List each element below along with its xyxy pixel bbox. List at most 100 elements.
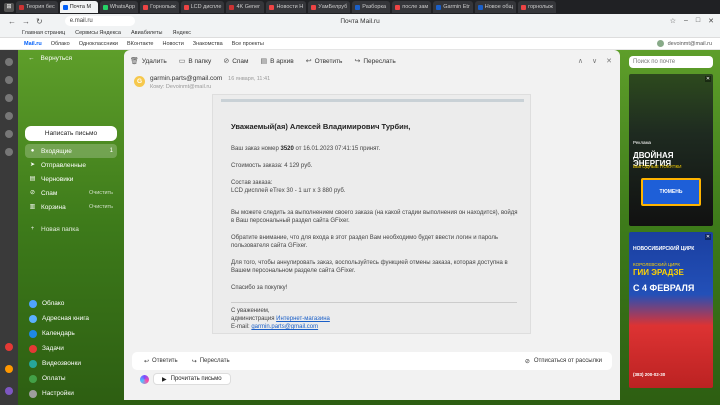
close-ad-icon[interactable]: ✕ [705,76,711,82]
service-video[interactable]: Видеозвонки [25,356,117,371]
ad-banner-battery[interactable]: ✕ Реклама ДВОЙНАЯ ЭНЕРГИЯ ВЫГОДНЫЕ ПОКУП… [629,74,713,226]
app-icon[interactable] [5,112,13,120]
browser-tab[interactable]: Горнолыж [140,1,179,13]
bookmark-item[interactable]: Сервисы Яндекса [75,30,121,36]
folder-list: ● Входящие 1 ➤ Отправленные ▤ Черновики … [25,144,117,236]
trash-icon: ▥ [29,203,36,210]
quick-reply-bar: ↩ Ответить ↪ Переслать ⊘ Отписаться от расс… [132,352,612,370]
bookmark-item[interactable]: Яндекс [173,30,192,36]
maximize-icon[interactable]: □ [696,17,700,25]
close-ad-icon[interactable]: ✕ [705,234,711,240]
compose-button[interactable]: Написать письмо [25,126,117,141]
portal-nav-item[interactable]: ВКонтакте [127,41,153,47]
sender-email[interactable]: garmin.parts@gmail.com [150,75,222,82]
service-settings[interactable]: Настройки [25,386,117,401]
sidebar-item-inbox[interactable]: ● Входящие 1 [25,144,117,158]
app-icon[interactable] [5,148,13,156]
reload-icon[interactable]: ↻ [36,17,43,26]
browser-menu-icon[interactable]: ⊞ [4,2,14,12]
sent-icon: ➤ [29,161,36,168]
user-email[interactable]: devoinmt@mail.ru [668,41,712,47]
quick-reply-label: Ответить [152,358,178,364]
back-button[interactable]: ← Вернуться [28,55,72,62]
sidebar-item-sent[interactable]: ➤ Отправленные [25,158,117,172]
portal-nav-item[interactable]: Одноклассники [79,41,118,47]
browser-tab[interactable]: Новое общ [474,1,517,13]
page-title: Почта Mail.ru [340,17,380,25]
browser-tab[interactable]: WhatsApp [99,1,139,13]
service-tasks[interactable]: Задачи [25,341,117,356]
portal-nav-item[interactable]: Знакомства [193,41,223,47]
browser-tab[interactable]: Новости H [266,1,307,13]
clear-trash-link[interactable]: Очистить [89,204,113,210]
service-payments[interactable]: Оплаты [25,371,117,386]
delete-button[interactable]: 🗑 Удалить [130,57,167,66]
sidebar-item-spam[interactable]: ⊘ Спам Очистить [25,186,117,200]
app-icon[interactable] [5,76,13,84]
minimize-icon[interactable]: – [684,17,688,25]
move-to-folder-button[interactable]: ▭ В папку [178,57,212,66]
bookmark-item[interactable]: Авиабилеты [131,30,163,36]
close-message-icon[interactable]: ✕ [606,57,612,65]
clear-spam-link[interactable]: Очистить [89,190,113,196]
browser-tab[interactable]: 4K Gener [226,1,265,13]
app-icon[interactable] [5,94,13,102]
app-icon[interactable] [5,58,13,66]
forward-arrow-icon[interactable]: → [22,17,30,26]
folder-icon: ▭ [178,58,186,65]
sender-avatar[interactable]: G [134,76,145,87]
assistant-icon[interactable] [140,374,149,384]
unsubscribe-button[interactable]: ⊘ Отписаться от рассылки [525,358,602,365]
close-icon[interactable]: ✕ [708,17,714,25]
browser-tab[interactable]: Разборка [352,1,391,13]
order-cost: Стоимость заказа: 4 129 руб. [231,163,313,169]
app-icon[interactable] [5,130,13,138]
tab-favicon-icon [183,4,189,10]
forward-button[interactable]: ↪ Переслать [354,57,395,66]
prev-message-icon[interactable]: ∧ [578,57,583,65]
quick-forward-button[interactable]: ↪ Переслать [192,358,230,365]
browser-tab[interactable]: после зам [392,1,432,13]
portal-nav-item[interactable]: Все проекты [232,41,264,47]
portal-brand[interactable]: Mail.ru [24,41,42,47]
mail-search-input[interactable]: Поиск по почте [629,56,713,68]
service-cloud[interactable]: Облако [25,296,117,311]
archive-button[interactable]: ▤ В архив [261,57,294,66]
browser-tab[interactable]: горнолыж [518,1,557,13]
composition-label: Состав заказа: [231,180,273,186]
app-icon[interactable] [5,387,13,395]
service-contacts[interactable]: Адресная книга [25,311,117,326]
browser-tab[interactable]: УамБелруб [308,1,351,13]
bookmark-item[interactable]: Главная страниц [22,30,65,36]
service-calendar[interactable]: Календарь [25,326,117,341]
back-arrow-icon[interactable]: ← [8,17,16,26]
app-icon[interactable] [5,365,13,373]
spam-button[interactable]: ⊘ Спам [223,57,248,66]
app-icon[interactable] [5,343,13,351]
browser-tab[interactable]: Почта М [59,1,98,13]
services-list: Облако Адресная книга Календарь Задачи В… [25,296,117,401]
next-message-icon[interactable]: ∨ [592,57,597,65]
quick-reply-button[interactable]: ↩ Ответить [144,358,178,365]
browser-tab[interactable]: Теория бес [16,1,58,13]
url-input[interactable]: e.mail.ru [64,16,135,26]
shop-link[interactable]: Интернет-магазина [276,316,330,322]
portal-nav-item[interactable]: Новости [162,41,183,47]
browser-tab[interactable]: LCD диспле [180,1,225,13]
sidebar-item-drafts[interactable]: ▤ Черновики [25,172,117,186]
sidebar-item-trash[interactable]: ▥ Корзина Очистить [25,200,117,214]
tab-favicon-icon [355,4,361,10]
email-link[interactable]: garmin.parts@gmail.com [251,324,318,330]
new-folder-button[interactable]: + Новая папка [25,222,117,236]
reply-button[interactable]: ↩ Ответить [306,57,343,66]
avatar[interactable] [656,40,664,47]
plus-icon: + [30,225,35,232]
browser-tab[interactable]: Garmin Etr [433,1,473,13]
ad-subline: ВЫГОДНЫЕ ПОКУПКИ [633,164,682,169]
portal-nav-item[interactable]: Облако [51,41,70,47]
ad-banner-circus[interactable]: ✕ НОВОСИБИРСКИЙ ЦИРК КОРОЛЕВСКИЙ ЦИРК ГИ… [629,232,713,388]
read-aloud-button[interactable]: ▶ Прочитать письмо [153,373,231,385]
tab-label: Garmin Etr [443,4,470,10]
inbox-icon: ● [30,147,35,154]
bookmark-icon[interactable]: ☆ [670,17,676,25]
